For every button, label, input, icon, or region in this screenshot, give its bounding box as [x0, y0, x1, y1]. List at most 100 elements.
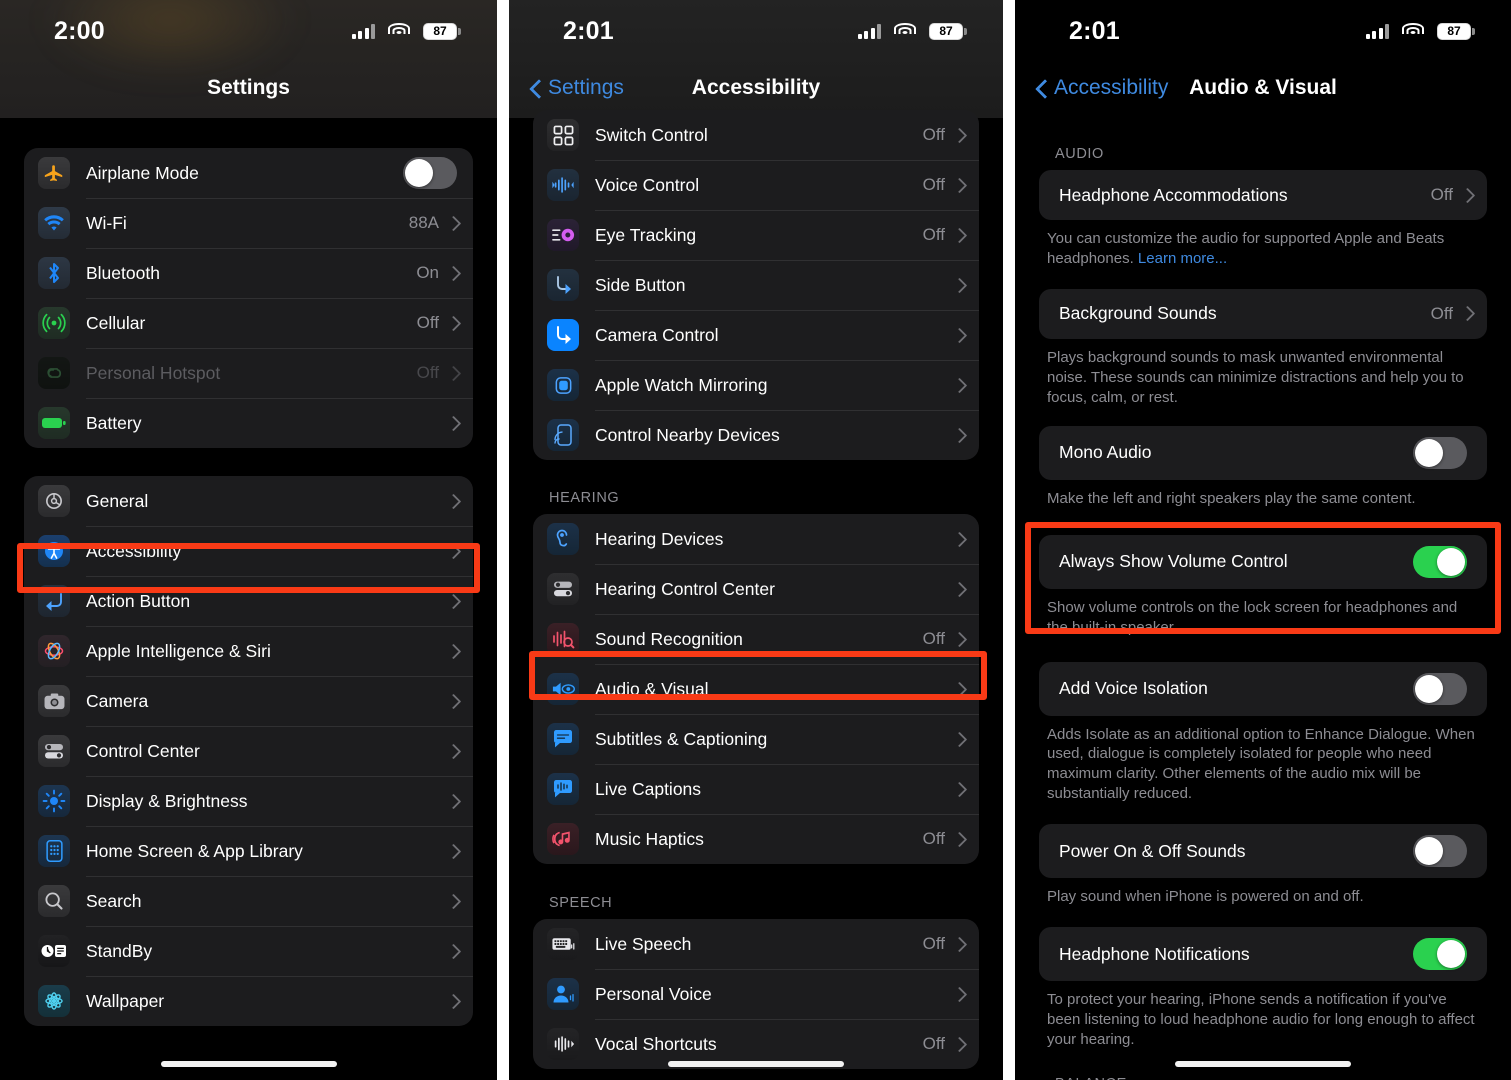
settings-row-standby[interactable]: StandBy [24, 926, 473, 976]
settings-row-action-button[interactable]: Action Button [24, 576, 473, 626]
accessibility-row-value: Off [922, 125, 945, 144]
accessibility-icon [38, 535, 70, 567]
search-icon [38, 885, 70, 917]
settings-row-camera[interactable]: Camera [24, 676, 473, 726]
eye-tracking-icon [547, 219, 579, 251]
accessibility-row-voice-control[interactable]: Voice Control Off [533, 160, 979, 210]
settings-row-label: General [86, 490, 149, 511]
status-bar: 2:01 87 [1015, 0, 1511, 62]
chevron-right-icon [954, 987, 963, 1002]
panel-audio-visual: 2:01 87 Accessibility Audio & Visual AUD… [1015, 0, 1511, 1080]
wifi-icon [388, 23, 410, 39]
camera-control-icon [547, 319, 579, 351]
settings-row-general[interactable]: General [24, 476, 473, 526]
battery-icon [38, 407, 70, 439]
av-row-add-voice-isolation[interactable]: Add Voice Isolation [1039, 662, 1487, 716]
accessibility-row-subtitles-captioning[interactable]: Subtitles & Captioning [533, 714, 979, 764]
accessibility-row-personal-voice[interactable]: Personal Voice [533, 969, 979, 1019]
av-group-background-sounds: Background Sounds Off [1039, 288, 1487, 339]
av-row-power-on-off-sounds[interactable]: Power On & Off Sounds [1039, 824, 1487, 878]
av-row-label: Background Sounds [1059, 303, 1217, 324]
personal-hotspot-icon [38, 357, 70, 389]
av-row-always-show-volume-control[interactable]: Always Show Volume Control [1039, 535, 1487, 589]
av-row-label: Mono Audio [1059, 442, 1152, 463]
accessibility-row-side-button[interactable]: Side Button [533, 260, 979, 310]
av-row-background-sounds[interactable]: Background Sounds Off [1039, 289, 1487, 339]
settings-row-wifi[interactable]: Wi-Fi 88A [24, 198, 473, 248]
settings-row-label: Cellular [86, 312, 146, 333]
settings-row-control-center[interactable]: Control Center [24, 726, 473, 776]
accessibility-row-label: Control Nearby Devices [595, 424, 780, 445]
power-on-off-sounds-toggle[interactable] [1413, 835, 1467, 868]
status-time: 2:01 [1069, 16, 1120, 45]
back-button[interactable]: Settings [530, 76, 624, 100]
settings-row-personal-hotspot[interactable]: Personal Hotspot Off [24, 348, 473, 398]
mono-audio-toggle[interactable] [1413, 436, 1467, 469]
settings-row-label: Camera [86, 690, 149, 711]
accessibility-row-eye-tracking[interactable]: Eye Tracking Off [533, 210, 979, 260]
av-footnote-background-sounds: Plays background sounds to mask unwanted… [1047, 348, 1464, 406]
av-group-headphone-accommodations: Headphone Accommodations Off [1039, 170, 1487, 220]
add-voice-isolation-toggle[interactable] [1413, 672, 1467, 705]
settings-row-label: Apple Intelligence & Siri [86, 640, 271, 661]
settings-row-label: Control Center [86, 740, 200, 761]
back-button[interactable]: Accessibility [1036, 76, 1168, 100]
action-button-icon [38, 585, 70, 617]
settings-row-battery[interactable]: Battery [24, 398, 473, 448]
page-title: Audio & Visual [1189, 76, 1337, 99]
settings-row-wallpaper[interactable]: Wallpaper [24, 976, 473, 1026]
settings-row-cellular[interactable]: Cellular Off [24, 298, 473, 348]
settings-row-bluetooth[interactable]: Bluetooth On [24, 248, 473, 298]
settings-row-label: Wallpaper [86, 990, 165, 1011]
accessibility-row-live-speech[interactable]: Live Speech Off [533, 919, 979, 969]
settings-row-airplane-mode[interactable]: Airplane Mode [24, 148, 473, 198]
chevron-right-icon [954, 128, 963, 143]
settings-row-search[interactable]: Search [24, 876, 473, 926]
chevron-right-icon [954, 532, 963, 547]
status-bar: 2:01 87 [509, 0, 1003, 62]
battery-percent: 87 [433, 24, 447, 38]
airplane-mode-toggle[interactable] [403, 157, 457, 189]
accessibility-row-hearing-devices[interactable]: Hearing Devices [533, 514, 979, 564]
accessibility-row-hearing-control-center[interactable]: Hearing Control Center [533, 564, 979, 614]
battery-percent: 87 [939, 24, 953, 38]
always-show-volume-control-toggle[interactable] [1413, 545, 1467, 578]
accessibility-row-audio-visual[interactable]: Audio & Visual [533, 664, 979, 714]
accessibility-row-label: Apple Watch Mirroring [595, 374, 768, 395]
accessibility-row-value: Off [922, 225, 945, 244]
av-row-label: Add Voice Isolation [1059, 678, 1208, 698]
settings-row-home-screen[interactable]: Home Screen & App Library [24, 826, 473, 876]
settings-row-apple-intelligence[interactable]: Apple Intelligence & Siri [24, 626, 473, 676]
accessibility-row-live-captions[interactable]: Live Captions [533, 764, 979, 814]
chevron-right-icon [954, 782, 963, 797]
settings-row-accessibility[interactable]: Accessibility [24, 526, 473, 576]
chevron-right-icon [448, 844, 457, 859]
chevron-left-icon [1036, 79, 1047, 98]
av-group-add-voice-isolation: Add Voice Isolation [1039, 661, 1487, 716]
accessibility-row-music-haptics[interactable]: Music Haptics Off [533, 814, 979, 864]
settings-row-display-brightness[interactable]: Display & Brightness [24, 776, 473, 826]
accessibility-row-switch-control[interactable]: Switch Control Off [533, 110, 979, 160]
accessibility-row-sound-recognition[interactable]: Sound Recognition Off [533, 614, 979, 664]
accessibility-row-control-nearby-devices[interactable]: Control Nearby Devices [533, 410, 979, 460]
standby-icon [38, 935, 70, 967]
cellular-signal-icon [351, 23, 375, 39]
av-row-mono-audio[interactable]: Mono Audio [1039, 426, 1487, 480]
headphone-notifications-toggle[interactable] [1413, 938, 1467, 971]
learn-more-link[interactable]: Learn more... [1138, 250, 1227, 267]
accessibility-row-label: Vocal Shortcuts [595, 1033, 717, 1054]
settings-scroll[interactable]: Airplane Mode Wi-Fi 88A Bluetooth On Cel… [0, 114, 497, 1026]
wifi-icon [894, 23, 916, 39]
panel-settings: 2:00 87 Settings Airplane Mode Wi-Fi 88A… [0, 0, 497, 1080]
audio-visual-scroll[interactable]: AUDIO Headphone Accommodations Off You c… [1015, 114, 1511, 1080]
av-row-headphone-accommodations[interactable]: Headphone Accommodations Off [1039, 170, 1487, 220]
chevron-right-icon [954, 328, 963, 343]
hearing-devices-icon [547, 523, 579, 555]
chevron-right-icon [1462, 188, 1471, 203]
accessibility-row-apple-watch-mirroring[interactable]: Apple Watch Mirroring [533, 360, 979, 410]
accessibility-row-camera-control[interactable]: Camera Control [533, 310, 979, 360]
av-row-headphone-notifications[interactable]: Headphone Notifications [1039, 927, 1487, 981]
accessibility-scroll[interactable]: Switch Control Off Voice Control Off Eye… [509, 110, 1003, 1069]
home-indicator [160, 1061, 337, 1067]
home-indicator [1175, 1061, 1351, 1067]
